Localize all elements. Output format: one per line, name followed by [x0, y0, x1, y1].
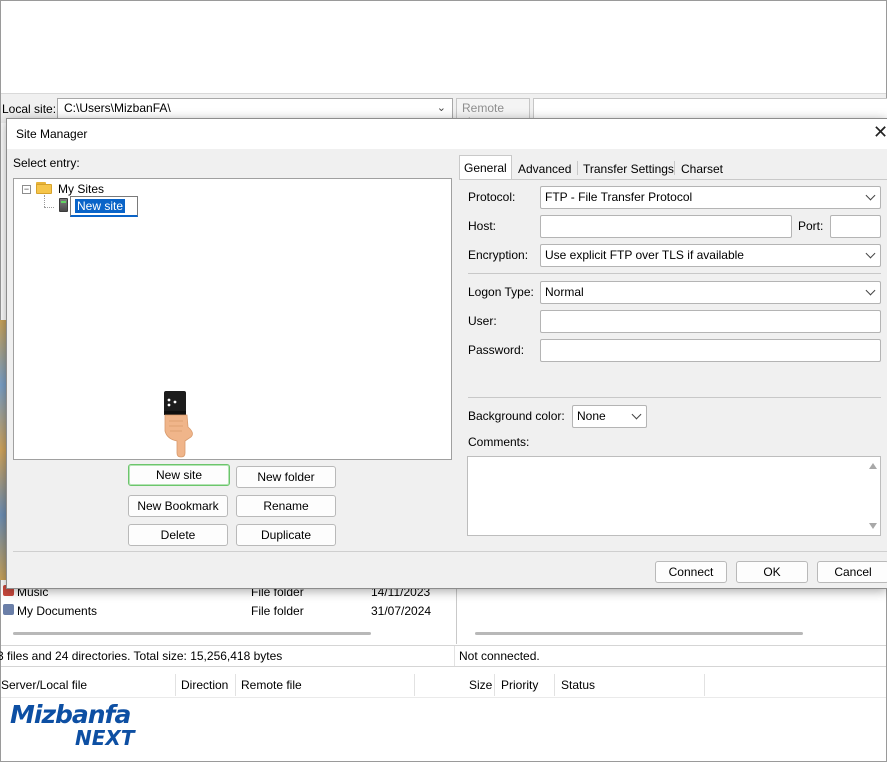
tree-connector [44, 207, 54, 208]
site-tree[interactable]: − My Sites New site [13, 178, 452, 460]
local-status-text: 3 files and 24 directories. Total size: … [0, 649, 283, 663]
new-site-button[interactable]: New site [128, 464, 230, 486]
password-label: Password: [468, 343, 525, 357]
tree-connector [44, 195, 45, 207]
column-divider [175, 674, 176, 696]
file-type: File folder [251, 604, 304, 618]
user-label: User: [468, 314, 497, 328]
queue-col-size[interactable]: Size [469, 678, 492, 692]
chevron-down-icon [865, 190, 876, 201]
cancel-button[interactable]: Cancel [817, 561, 887, 583]
user-input[interactable] [540, 310, 881, 333]
password-input[interactable] [540, 339, 881, 362]
folder-icon [36, 182, 52, 194]
new-bookmark-button[interactable]: New Bookmark [128, 495, 228, 517]
divider [468, 397, 881, 398]
scroll-up-icon[interactable] [869, 463, 877, 469]
site-manager-dialog: Site Manager ✕ Select entry: − My Sites … [6, 118, 887, 589]
collapse-icon[interactable]: − [22, 185, 31, 194]
rename-button[interactable]: Rename [236, 495, 336, 517]
connect-button[interactable]: Connect [655, 561, 727, 583]
file-date: 31/07/2024 [371, 604, 432, 618]
port-label: Port: [798, 219, 824, 233]
host-label: Host: [468, 219, 497, 233]
local-file-list: Music File folder 14/11/2023 My Document… [1, 580, 453, 644]
select-entry-label: Select entry: [13, 156, 80, 170]
toolbar-area [1, 1, 886, 93]
host-input[interactable] [540, 215, 792, 238]
mizbanfa-logo: Mizbanfa [10, 700, 131, 729]
tab-general[interactable]: General [459, 155, 512, 180]
column-divider [414, 674, 415, 696]
dialog-title: Site Manager [16, 127, 88, 141]
local-site-label: Local site: [2, 102, 57, 116]
remote-site-path-field[interactable] [533, 98, 887, 119]
protocol-select[interactable]: FTP - File Transfer Protocol [540, 186, 881, 209]
queue-col-remote-file[interactable]: Remote file [241, 678, 302, 692]
remote-horizontal-scrollbar[interactable] [475, 632, 803, 635]
background-color-label: Background color: [468, 409, 565, 423]
comments-label: Comments: [468, 435, 530, 449]
queue-col-status[interactable]: Status [561, 678, 595, 692]
remote-status-text: Not connected. [459, 649, 540, 663]
port-input[interactable] [830, 215, 881, 238]
column-divider [494, 674, 495, 696]
chevron-down-icon [865, 248, 876, 259]
logon-type-label: Logon Type: [468, 285, 534, 299]
site-name-selected-text: New site [75, 199, 126, 213]
column-divider [235, 674, 236, 696]
logon-type-value: Normal [545, 285, 584, 299]
background-color-value: None [577, 409, 606, 423]
server-icon [59, 198, 68, 212]
local-site-path-text: C:\Users\MizbanFA\ [64, 101, 171, 115]
protocol-label: Protocol: [468, 190, 516, 204]
scroll-down-icon[interactable] [869, 523, 877, 529]
local-horizontal-scrollbar[interactable] [13, 632, 371, 635]
remote-site-label-box: Remote site: [456, 98, 530, 129]
column-divider [704, 674, 705, 696]
pointing-hand-icon [164, 391, 193, 458]
directory-status-bar: 3 files and 24 directories. Total size: … [0, 645, 886, 667]
delete-button[interactable]: Delete [128, 524, 228, 546]
new-folder-button[interactable]: New folder [236, 466, 336, 488]
chevron-down-icon [865, 285, 876, 296]
background-color-select[interactable]: None [572, 405, 647, 428]
tab-divider [674, 161, 675, 175]
footer-divider [13, 551, 887, 552]
tab-advanced[interactable]: Advanced [513, 156, 576, 179]
column-divider [554, 674, 555, 696]
duplicate-button[interactable]: Duplicate [236, 524, 336, 546]
site-name-edit-input[interactable]: New site [70, 196, 138, 217]
tab-transfer-settings[interactable]: Transfer Settings [578, 156, 679, 179]
list-item[interactable]: My Documents File folder 31/07/2024 [1, 602, 453, 620]
encryption-label: Encryption: [468, 248, 529, 262]
mizbanfa-logo-next: NEXT [75, 726, 135, 750]
chevron-down-icon[interactable]: ⌄ [437, 101, 446, 114]
protocol-value: FTP - File Transfer Protocol [545, 190, 693, 204]
chevron-down-icon [631, 409, 642, 420]
documents-folder-icon [3, 604, 14, 615]
encryption-value: Use explicit FTP over TLS if available [545, 248, 744, 262]
queue-col-priority[interactable]: Priority [501, 678, 538, 692]
close-icon[interactable]: ✕ [873, 123, 887, 141]
local-site-path-combo[interactable]: C:\Users\MizbanFA\ ⌄ [57, 98, 453, 119]
tree-root-my-sites[interactable]: My Sites [58, 182, 104, 196]
divider [468, 273, 881, 274]
remote-file-list [456, 580, 886, 644]
transfer-queue-header: Server/Local file Direction Remote file … [1, 672, 886, 698]
pane-divider [454, 646, 455, 666]
encryption-select[interactable]: Use explicit FTP over TLS if available [540, 244, 881, 267]
ok-button[interactable]: OK [736, 561, 808, 583]
queue-col-server-local-file[interactable]: Server/Local file [1, 678, 87, 692]
tab-charset[interactable]: Charset [676, 156, 728, 179]
comments-textarea[interactable] [467, 456, 881, 536]
logon-type-select[interactable]: Normal [540, 281, 881, 304]
queue-col-direction[interactable]: Direction [181, 678, 228, 692]
file-name: My Documents [17, 604, 98, 618]
dialog-title-bar: Site Manager ✕ [7, 119, 887, 149]
